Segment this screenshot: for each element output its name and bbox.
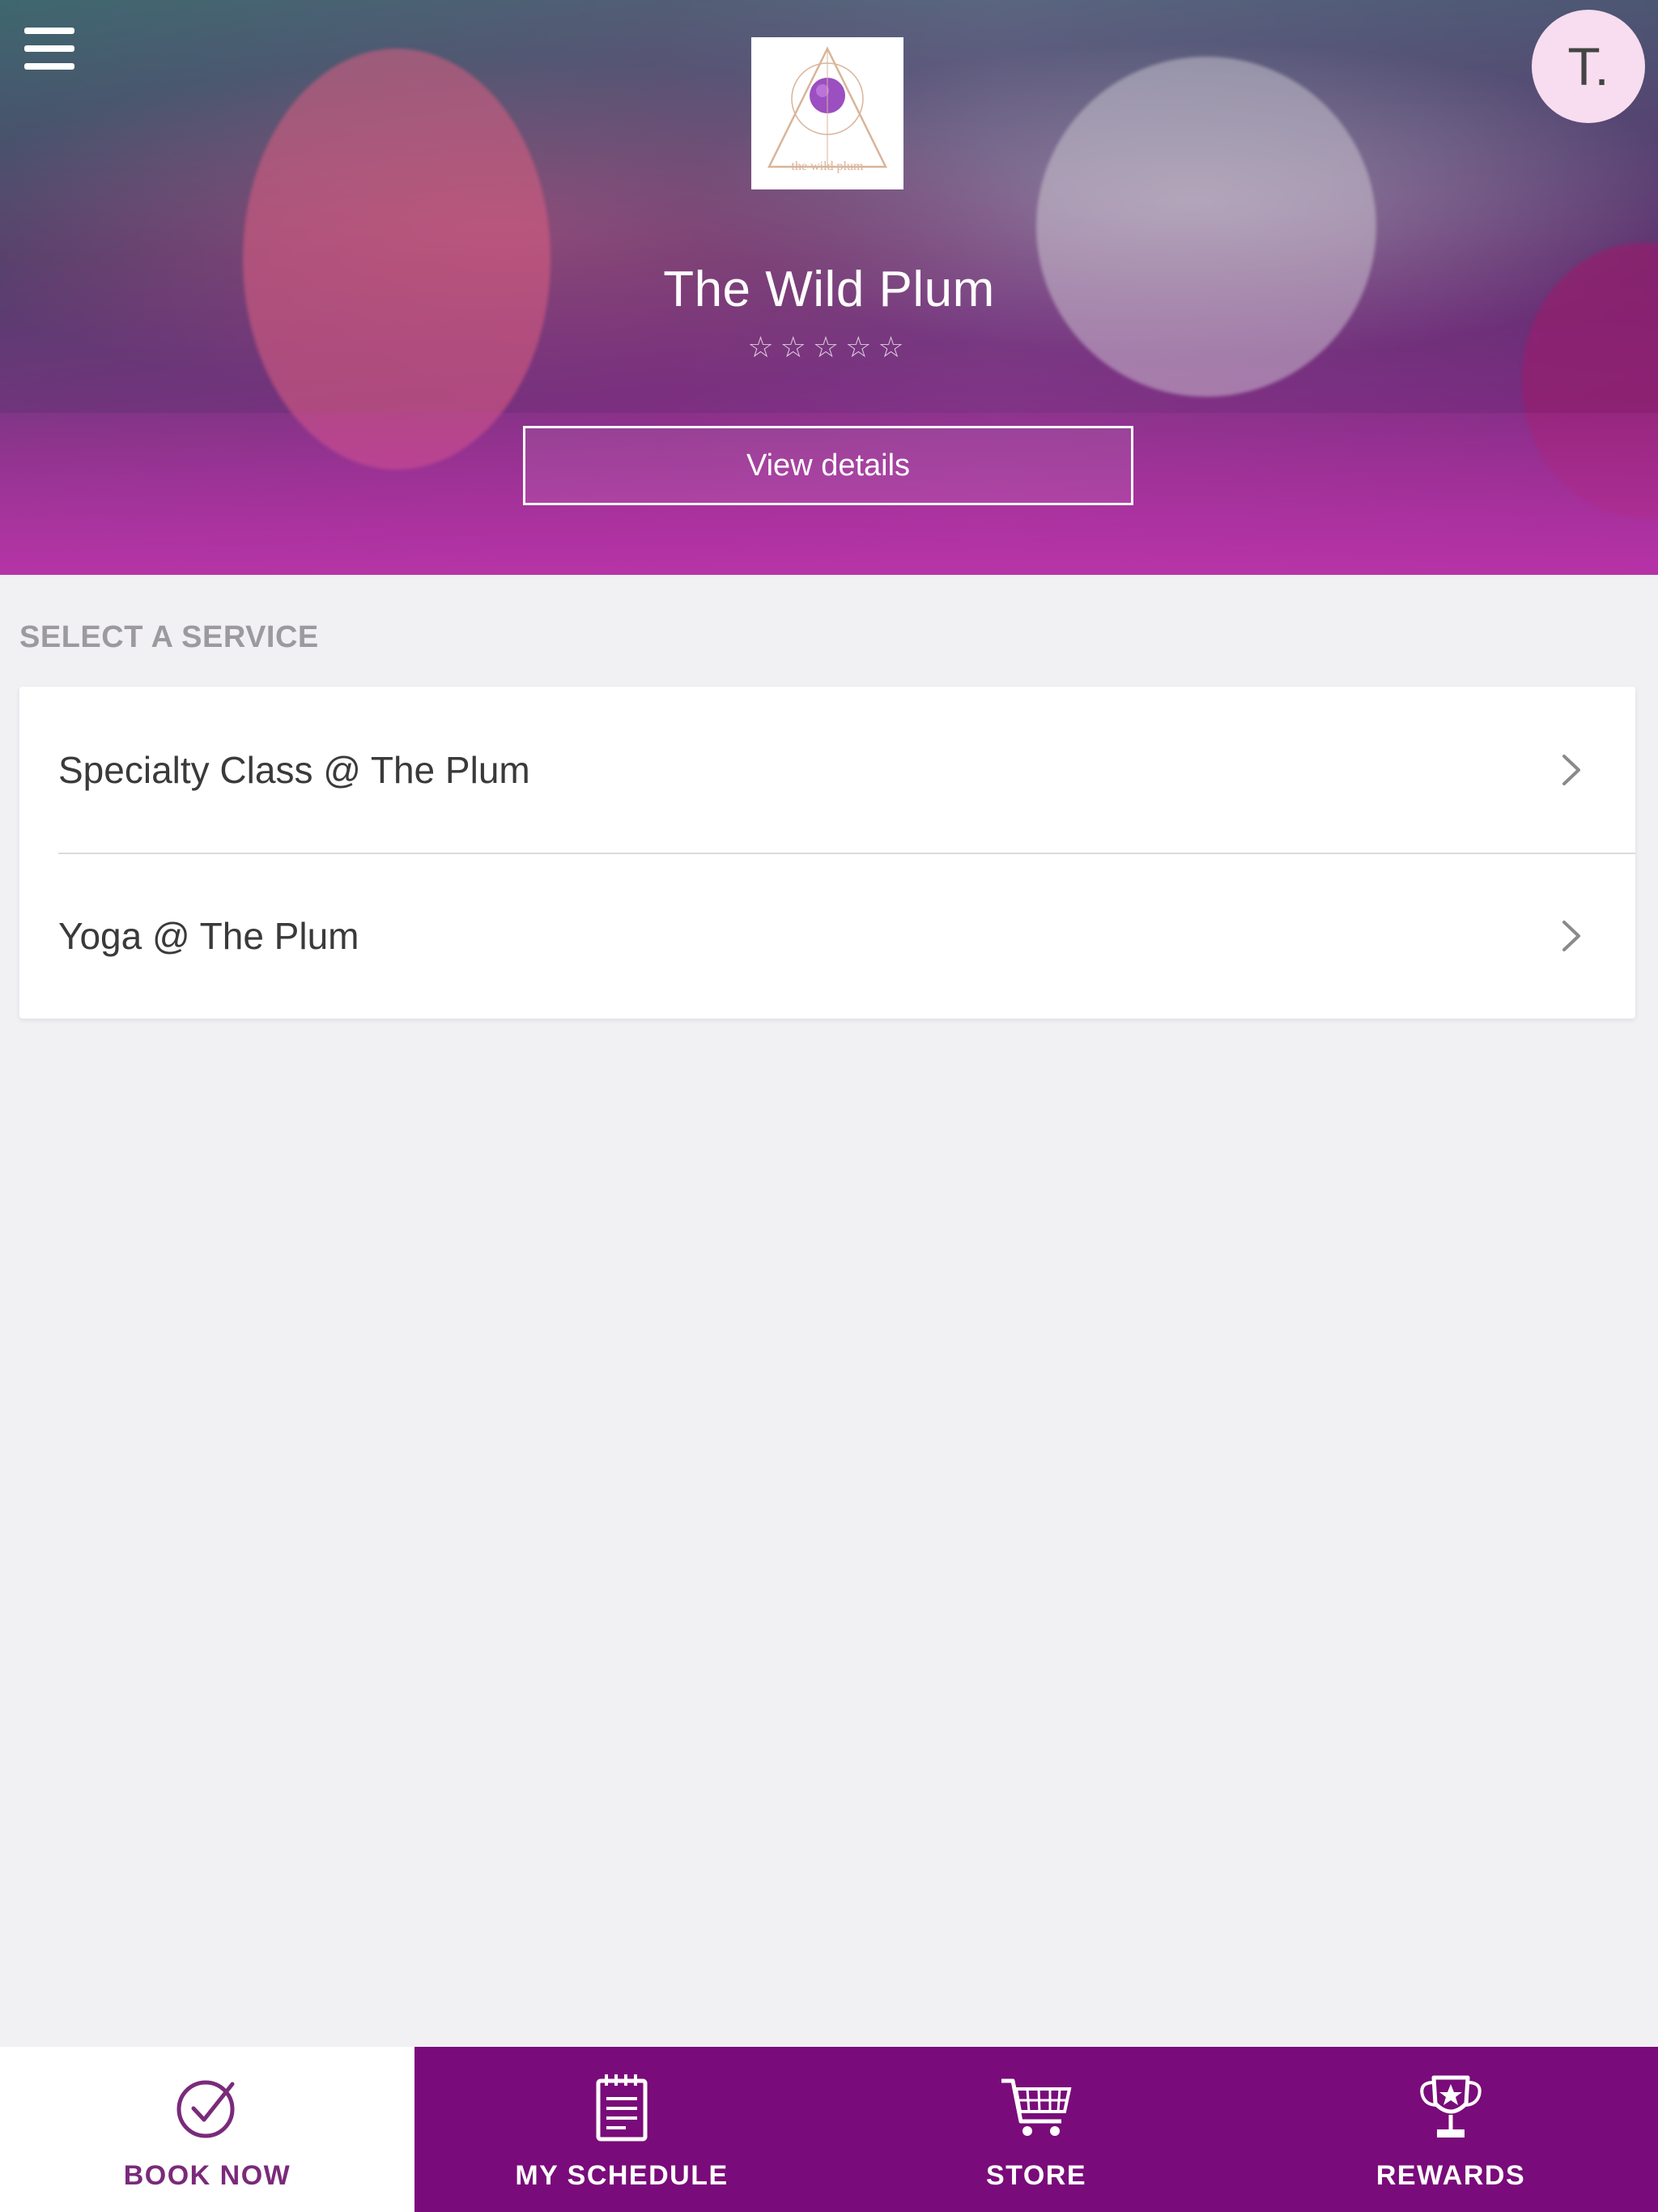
star-rating: ☆☆☆☆☆: [747, 330, 911, 364]
tab-label: BOOK NOW: [123, 2160, 291, 2191]
view-details-label: View details: [746, 448, 911, 483]
tab-label: REWARDS: [1375, 2160, 1526, 2191]
bottom-navigation: BOOK NOW MY SCHEDULE STORE REWARDS: [0, 2047, 1658, 2212]
tab-book-now[interactable]: BOOK NOW: [0, 2047, 414, 2212]
cart-icon: [1001, 2078, 1072, 2136]
service-item-specialty-class[interactable]: Specialty Class @ The Plum: [19, 687, 1635, 853]
tab-store[interactable]: STORE: [829, 2047, 1244, 2212]
section-title: SELECT A SERVICE: [19, 620, 319, 654]
chevron-right-icon: [1562, 754, 1580, 785]
check-circle-icon: [176, 2080, 235, 2138]
trophy-icon: [1420, 2075, 1482, 2138]
service-list: Specialty Class @ The Plum Yoga @ The Pl…: [19, 687, 1635, 1019]
tab-label: MY SCHEDULE: [515, 2160, 729, 2191]
studio-logo: the wild plum: [751, 37, 903, 189]
avatar[interactable]: T.: [1532, 10, 1645, 123]
studio-name: The Wild Plum: [663, 262, 995, 317]
tab-my-schedule[interactable]: MY SCHEDULE: [414, 2047, 829, 2212]
service-item-label: Specialty Class @ The Plum: [58, 748, 530, 791]
hero-banner: the wild plum T. The Wild Plum ☆☆☆☆☆ Vie…: [0, 0, 1658, 575]
service-item-yoga[interactable]: Yoga @ The Plum: [19, 853, 1635, 1019]
tab-label: STORE: [985, 2160, 1086, 2191]
tab-rewards[interactable]: REWARDS: [1244, 2047, 1658, 2212]
calendar-icon: [596, 2074, 648, 2142]
logo-text: the wild plum: [792, 160, 864, 173]
avatar-initial: T.: [1567, 36, 1609, 96]
hamburger-menu-icon[interactable]: [24, 28, 76, 73]
hero-figure-left: [243, 49, 551, 470]
view-details-button[interactable]: View details: [523, 426, 1133, 505]
chevron-right-icon: [1562, 920, 1580, 951]
service-item-label: Yoga @ The Plum: [58, 914, 359, 957]
